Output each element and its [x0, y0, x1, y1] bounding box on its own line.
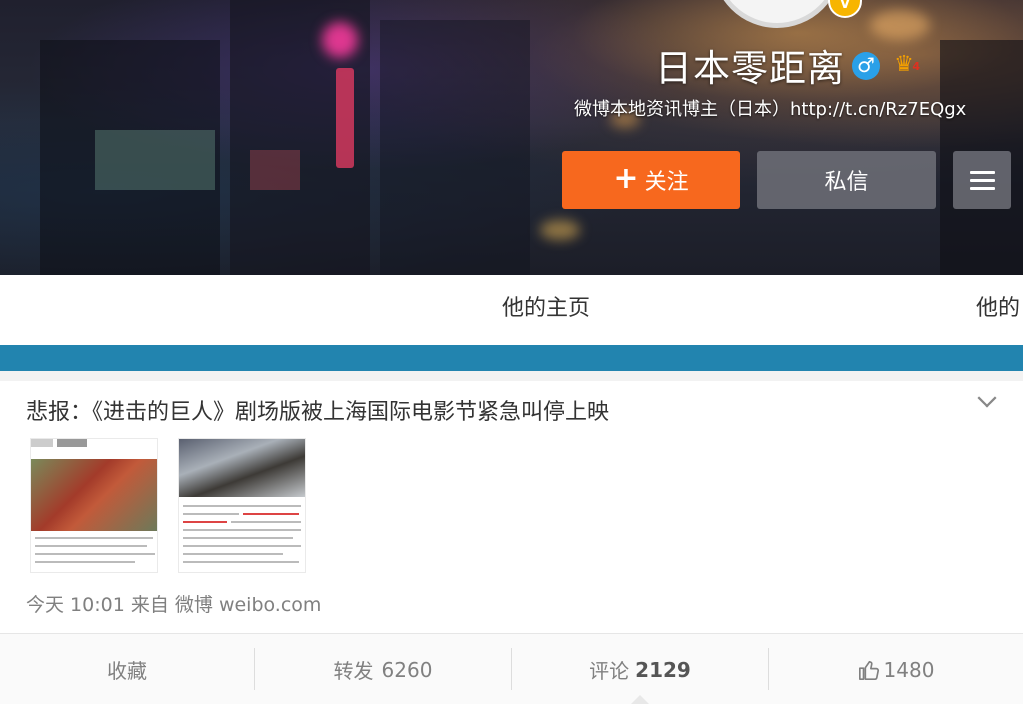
message-button[interactable]: 私信	[757, 151, 936, 209]
thumb-text-line	[183, 513, 239, 515]
tab-more[interactable]: 他的	[976, 290, 1020, 322]
cover-light	[540, 220, 580, 240]
thumb-text-line	[35, 545, 147, 547]
thumb-highlight-line	[183, 521, 227, 523]
profile-description: 微博本地资讯博主（日本）http://t.cn/Rz7EQgx	[574, 99, 967, 120]
thumb-header-bar	[57, 439, 87, 447]
thumb-titan-art	[31, 459, 157, 531]
thumb-text-line	[183, 537, 293, 539]
thumb-header-bar	[31, 439, 53, 447]
post-image-1[interactable]	[30, 438, 158, 573]
chevron-down-icon[interactable]	[977, 388, 997, 408]
menu-icon	[970, 171, 995, 174]
comment-count: 2129	[635, 657, 691, 682]
more-menu-button[interactable]	[953, 151, 1011, 209]
male-icon: ♂	[852, 52, 880, 80]
crown-glyph: ♛	[894, 52, 914, 77]
message-button-label: 私信	[824, 170, 869, 195]
comment-label: 评论	[589, 659, 630, 683]
cover-neon-sign	[336, 68, 354, 168]
post-card: 悲报：《进击的巨人》剧场版被上海国际电影节紧急叫停上映 今天 10:01 来自 …	[0, 381, 1023, 704]
thumb-text-line	[183, 505, 301, 507]
cover-building	[380, 20, 530, 275]
follow-button[interactable]: + 关注	[562, 151, 740, 209]
thumb-text-line	[183, 545, 301, 547]
profile-cover: V 日本零距离 ♂ ♛ 4 微博本地资讯博主（日本）http://t.cn/Rz…	[0, 0, 1023, 275]
verified-badge-icon: V	[828, 0, 862, 18]
profile-tabs: 他的主页 他的	[0, 275, 1023, 345]
post-title: 悲报：《进击的巨人》剧场版被上海国际电影节紧急叫停上映	[26, 400, 610, 425]
thumb-text-line	[35, 553, 155, 555]
thumb-scene-art	[179, 439, 305, 497]
vip-level: 4	[912, 60, 920, 73]
cover-light	[870, 10, 930, 40]
comment-button[interactable]: 评论 2129	[512, 634, 768, 704]
repost-button[interactable]: 转发 6260	[255, 634, 511, 704]
menu-icon	[970, 179, 995, 182]
thumb-text-line	[35, 537, 153, 539]
avatar-drawing	[745, 0, 805, 13]
favorite-button[interactable]: 收藏	[0, 634, 254, 704]
thumb-text-line	[183, 561, 299, 563]
cover-window	[95, 130, 215, 190]
post-time-link[interactable]: 今天 10:01	[26, 594, 125, 616]
menu-icon	[970, 187, 995, 190]
tab-home[interactable]: 他的主页	[502, 290, 590, 322]
active-tab-caret	[630, 695, 650, 704]
repost-count: 6260	[381, 657, 433, 682]
thumb-text-line	[183, 553, 283, 555]
thumb-text-line	[35, 561, 135, 563]
repost-label: 转发	[333, 659, 374, 683]
cover-neon-glow	[322, 22, 358, 58]
post-source-link[interactable]: 微博 weibo.com	[175, 594, 322, 616]
post-image-2[interactable]	[178, 438, 306, 573]
avatar[interactable]	[712, 0, 842, 28]
post-meta: 今天 10:01 来自 微博 weibo.com	[26, 590, 321, 617]
profile-name: 日本零距离	[655, 47, 845, 90]
plus-icon: +	[613, 160, 639, 196]
thumb-up-icon	[858, 660, 879, 680]
follow-button-label: 关注	[644, 170, 689, 195]
vip-crown-icon[interactable]: ♛ 4	[889, 52, 920, 78]
tab-accent-bar	[0, 345, 1023, 371]
like-button[interactable]: 1480	[769, 634, 1023, 704]
post-from-label: 来自	[130, 594, 169, 616]
like-count: 1480	[883, 657, 935, 682]
thumb-text-line	[231, 521, 301, 523]
cover-window	[250, 150, 300, 190]
thumb-highlight-line	[243, 513, 299, 515]
favorite-label: 收藏	[107, 659, 147, 683]
post-actions-bar: 收藏 转发 6260 评论 2129 1480	[0, 633, 1023, 704]
thumb-text-line	[183, 529, 301, 531]
